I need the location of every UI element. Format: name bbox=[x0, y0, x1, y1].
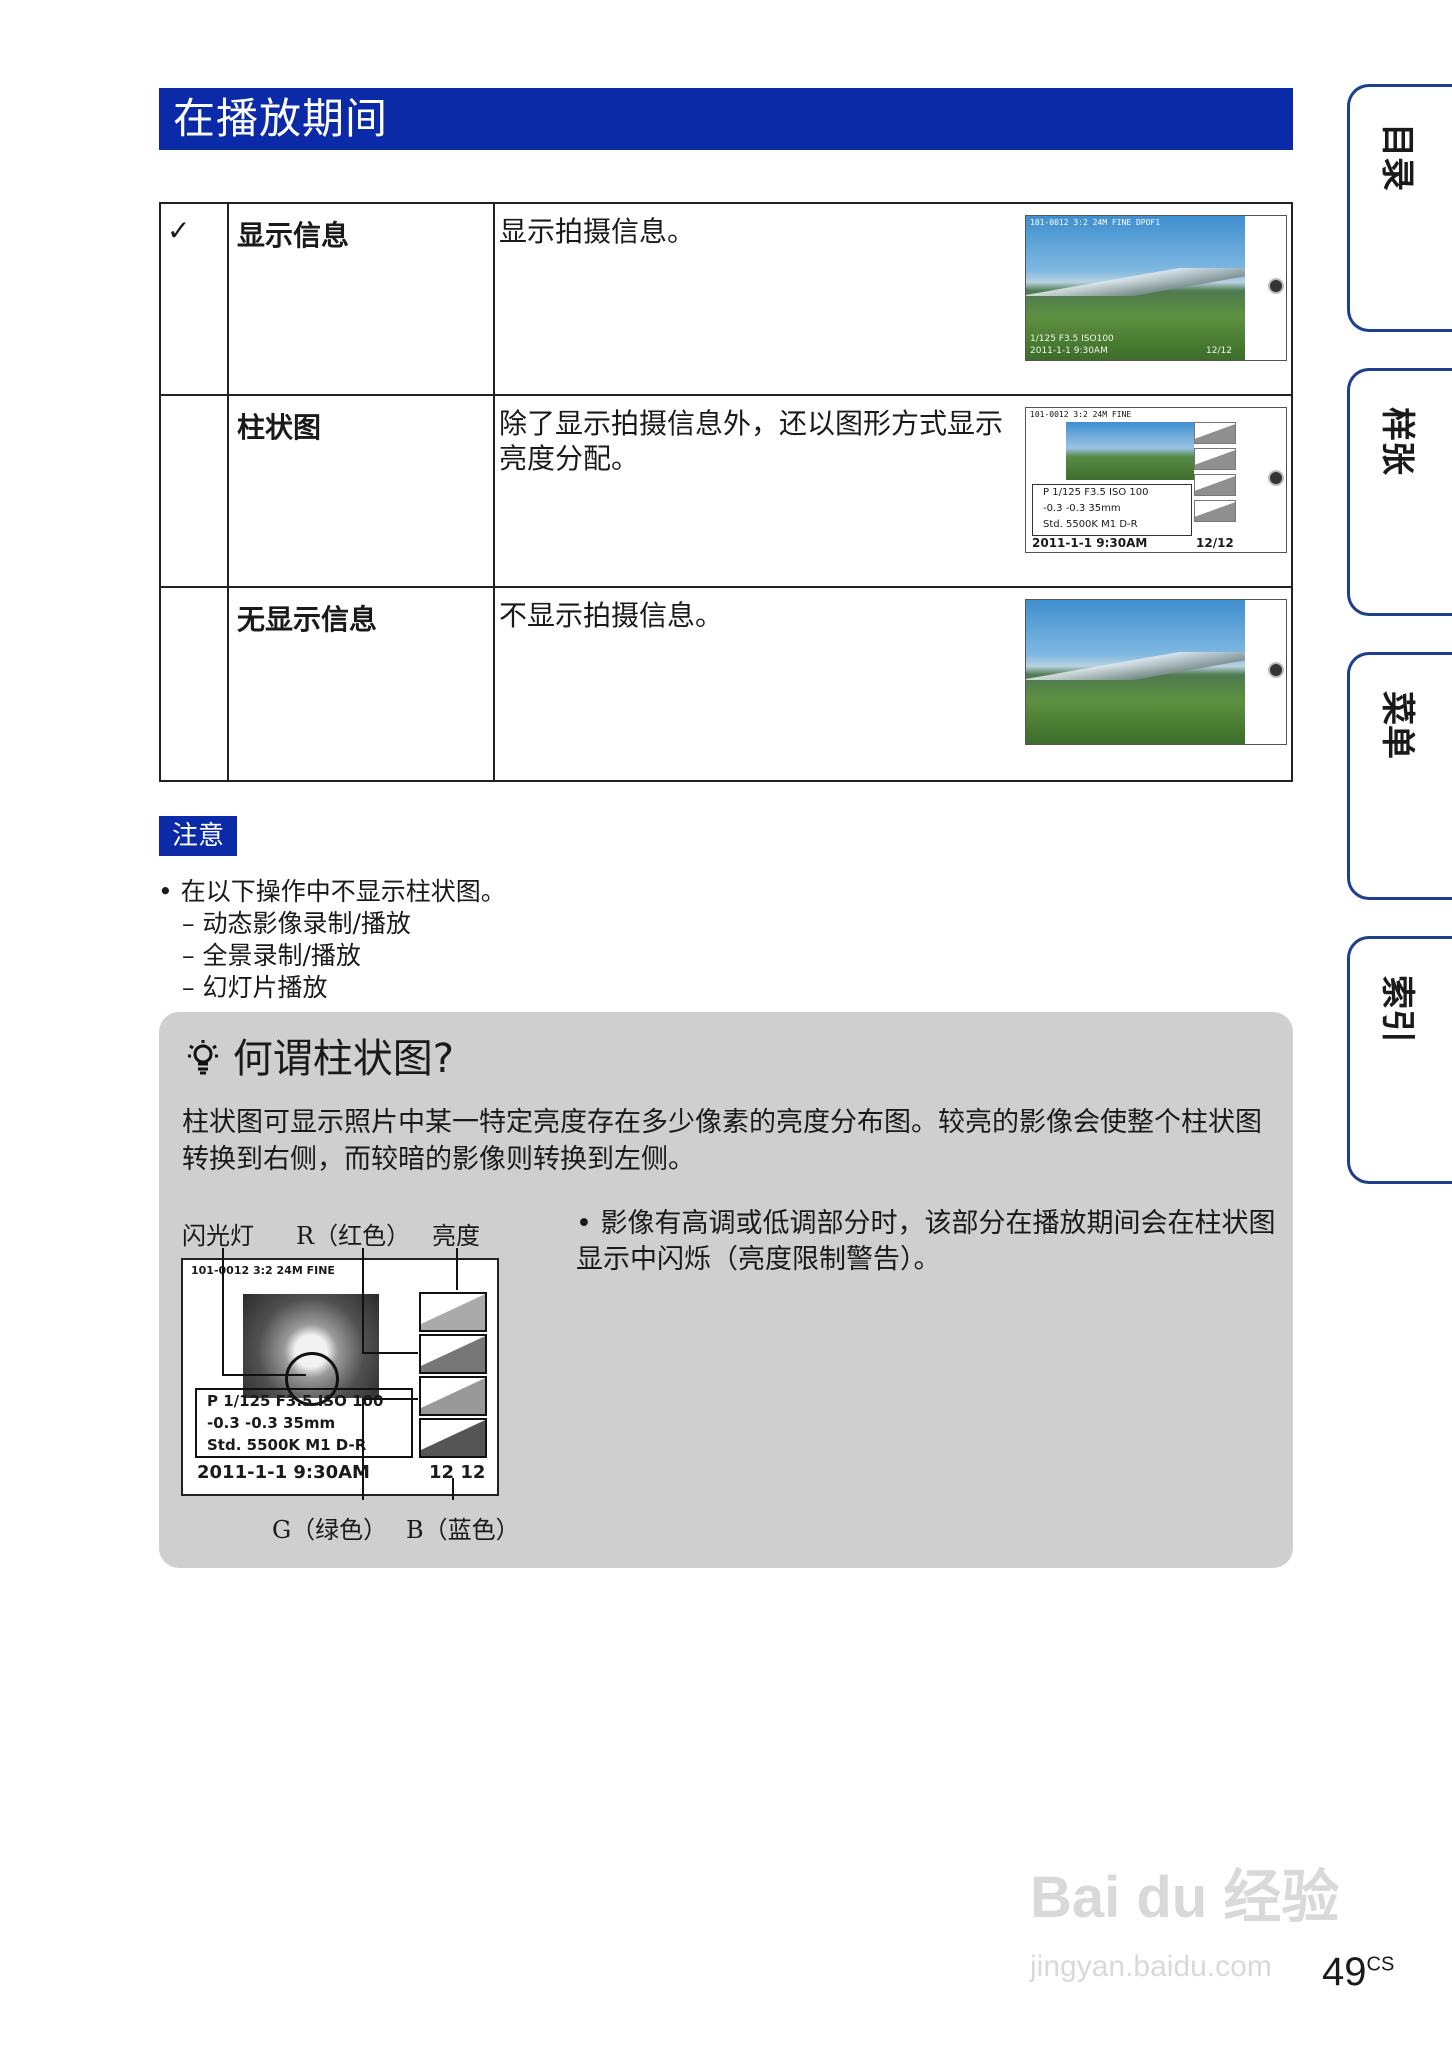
leader-line bbox=[362, 1352, 418, 1354]
label-green: G（绿色） bbox=[272, 1516, 388, 1544]
leader-line bbox=[222, 1248, 224, 1374]
tab-index[interactable]: 索引 bbox=[1347, 936, 1452, 1184]
watermark-url: jingyan.baidu.com bbox=[1030, 1950, 1272, 1983]
leader-line bbox=[452, 1478, 454, 1500]
tab-menu[interactable]: 菜单 bbox=[1347, 652, 1452, 900]
diagram-count: 12 12 bbox=[429, 1462, 486, 1483]
osd-header: 101-0012 3:2 24M FINE bbox=[1030, 410, 1132, 419]
osd-count: 12/12 bbox=[1206, 346, 1232, 356]
histogram-luminance bbox=[419, 1292, 487, 1332]
dial-icon bbox=[1268, 278, 1284, 294]
osd-header: 101-0012 3:2 24M FINE DPOF1 bbox=[1030, 218, 1161, 227]
hint-title-row: 何谓柱状图? bbox=[186, 1026, 454, 1084]
histogram-red bbox=[1194, 448, 1236, 470]
note-item: – 动态影像录制/播放 bbox=[182, 909, 411, 938]
row-description: 不显示拍摄信息。 bbox=[499, 599, 724, 632]
table-row: 无显示信息 不显示拍摄信息。 bbox=[161, 588, 1291, 780]
landscape-photo: 101-0012 3:2 24M FINE DPOF1 1/125 F3.5 I… bbox=[1026, 216, 1245, 360]
label-blue: B（蓝色） bbox=[406, 1516, 520, 1544]
row-name: 无显示信息 bbox=[237, 603, 378, 636]
leader-line bbox=[222, 1374, 306, 1376]
table-row: ✓ 显示信息 显示拍摄信息。 101-0012 3:2 24M FINE DPO… bbox=[161, 204, 1291, 396]
histogram-green bbox=[419, 1376, 487, 1416]
hint-bullet: • 影像有高调或低调部分时，该部分在播放期间会在柱状图显示中闪烁（亮度限制警告）… bbox=[576, 1208, 1276, 1275]
label-luminance: 亮度 bbox=[432, 1222, 480, 1250]
osd-date: 2011-1-1 9:30AM bbox=[1030, 346, 1108, 356]
table-row: 柱状图 除了显示拍摄信息外，还以图形方式显示亮度分配。 101-0012 3:2… bbox=[161, 396, 1291, 588]
note-bullet: • 在以下操作中不显示柱状图。 bbox=[158, 877, 506, 906]
osd-count: 12/12 bbox=[1196, 536, 1234, 550]
page-title: 在播放期间 bbox=[159, 88, 1293, 150]
histogram-green bbox=[1194, 474, 1236, 496]
display-mode-table: ✓ 显示信息 显示拍摄信息。 101-0012 3:2 24M FINE DPO… bbox=[159, 202, 1293, 782]
diagram-date: 2011-1-1 9:30AM bbox=[197, 1462, 370, 1483]
thumbnail-display-info: 101-0012 3:2 24M FINE DPOF1 1/125 F3.5 I… bbox=[1025, 215, 1287, 361]
leader-line bbox=[362, 1398, 418, 1400]
row-description: 显示拍摄信息。 bbox=[499, 215, 696, 248]
shooting-info-box: P 1/125 F3.5 ISO 100 -0.3 -0.3 35mm Std.… bbox=[1032, 484, 1192, 536]
dial-icon bbox=[1268, 470, 1284, 486]
leader-line bbox=[362, 1398, 364, 1500]
diagram-header: 101-0012 3:2 24M FINE bbox=[191, 1264, 335, 1277]
label-red: R（红色） bbox=[296, 1222, 411, 1250]
histogram-blue bbox=[1194, 500, 1236, 522]
note-item: – 全景录制/播放 bbox=[182, 941, 361, 970]
lightbulb-icon bbox=[188, 1040, 218, 1075]
dial-icon bbox=[1268, 662, 1284, 678]
note-tag: 注意 bbox=[159, 816, 237, 856]
row-name: 显示信息 bbox=[237, 219, 350, 252]
leader-line bbox=[456, 1248, 458, 1290]
histogram-red bbox=[419, 1334, 487, 1374]
tab-contents[interactable]: 目录 bbox=[1347, 84, 1452, 332]
osd-exposure: 1/125 F3.5 ISO100 bbox=[1030, 334, 1114, 344]
histogram-luminance bbox=[1194, 422, 1236, 444]
watermark-logo: Bai du 经验 bbox=[1030, 1865, 1340, 1930]
thumbnail-histogram: 101-0012 3:2 24M FINE P 1/125 F3.5 ISO 1… bbox=[1025, 407, 1287, 553]
page-number: 49CS bbox=[1322, 1950, 1395, 1994]
tab-samples[interactable]: 样张 bbox=[1347, 368, 1452, 616]
histogram-diagram: 101-0012 3:2 24M FINE P 1/125 F3.5 ISO 1… bbox=[181, 1258, 499, 1496]
thumbnail-no-info bbox=[1025, 599, 1287, 745]
check-icon: ✓ bbox=[167, 214, 191, 247]
hint-body: 柱状图可显示照片中某一特定亮度存在多少像素的亮度分布图。较亮的影像会使整个柱状图… bbox=[182, 1107, 1262, 1175]
landscape-photo bbox=[1026, 600, 1245, 744]
row-description: 除了显示拍摄信息外，还以图形方式显示亮度分配。 bbox=[499, 407, 1004, 475]
landscape-photo bbox=[1066, 422, 1194, 480]
hint-title: 何谓柱状图? bbox=[232, 1036, 454, 1082]
note-item: – 幻灯片播放 bbox=[182, 973, 328, 1002]
row-name: 柱状图 bbox=[237, 411, 322, 444]
histogram-blue bbox=[419, 1418, 487, 1458]
label-flash: 闪光灯 bbox=[182, 1222, 254, 1250]
leader-line bbox=[362, 1248, 364, 1352]
